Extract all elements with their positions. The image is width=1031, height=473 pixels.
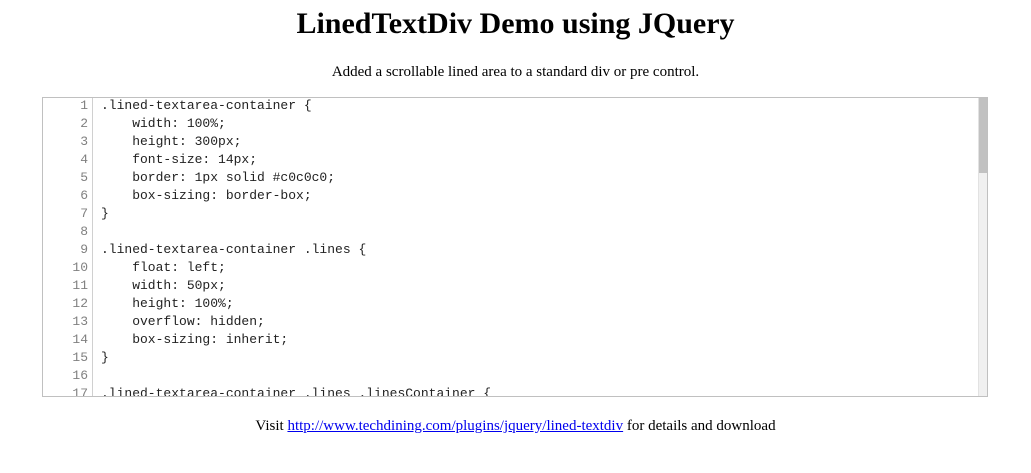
code-line: height: 300px; (101, 134, 242, 149)
line-number: 14 (72, 332, 88, 347)
code-line: height: 100%; (101, 296, 234, 311)
line-number: 9 (80, 242, 88, 257)
vertical-scrollbar[interactable] (978, 98, 987, 396)
page-title: LinedTextDiv Demo using JQuery (296, 7, 735, 40)
footer-prefix: Visit (255, 418, 288, 434)
line-number: 8 (80, 224, 88, 239)
code-line: overflow: hidden; (101, 314, 265, 329)
code-line: width: 100%; (101, 116, 226, 131)
line-number-gutter: 1 2 3 4 5 6 7 8 9 10 11 12 13 14 15 16 17 (43, 98, 93, 396)
line-number: 11 (72, 278, 88, 293)
line-number: 2 (80, 116, 88, 131)
line-number: 13 (72, 314, 88, 329)
plugin-link[interactable]: http://www.techdining.com/plugins/jquery… (287, 418, 623, 434)
line-number: 7 (80, 206, 88, 221)
code-block[interactable]: .lined-textarea-container { width: 100%;… (101, 98, 977, 396)
code-line: .lined-textarea-container { (101, 98, 312, 113)
code-line: box-sizing: border-box; (101, 188, 312, 203)
line-number: 10 (72, 260, 88, 275)
line-number: 5 (80, 170, 88, 185)
code-line: float: left; (101, 260, 226, 275)
scrollbar-thumb[interactable] (979, 98, 987, 173)
code-line: } (101, 206, 109, 221)
code-line: border: 1px solid #c0c0c0; (101, 170, 336, 185)
line-number: 3 (80, 134, 88, 149)
line-number: 6 (80, 188, 88, 203)
line-number: 4 (80, 152, 88, 167)
line-number: 17 (72, 386, 88, 396)
code-line: .lined-textarea-container .lines .linesC… (101, 386, 492, 396)
code-line: width: 50px; (101, 278, 226, 293)
line-number: 16 (72, 368, 88, 383)
line-number: 15 (72, 350, 88, 365)
line-number: 1 (80, 98, 88, 113)
footer-note: Visit http://www.techdining.com/plugins/… (0, 416, 1031, 436)
code-line: .lined-textarea-container .lines { (101, 242, 367, 257)
line-number: 12 (72, 296, 88, 311)
code-line: } (101, 350, 109, 365)
footer-suffix: for details and download (623, 418, 776, 434)
code-line: font-size: 14px; (101, 152, 258, 167)
code-line: box-sizing: inherit; (101, 332, 289, 347)
page-subtitle: Added a scrollable lined area to a stand… (331, 64, 700, 80)
code-content-area[interactable]: .lined-textarea-container { width: 100%;… (101, 98, 977, 396)
lined-text-div[interactable]: 1 2 3 4 5 6 7 8 9 10 11 12 13 14 15 16 17 .lined-textare… (42, 97, 988, 397)
